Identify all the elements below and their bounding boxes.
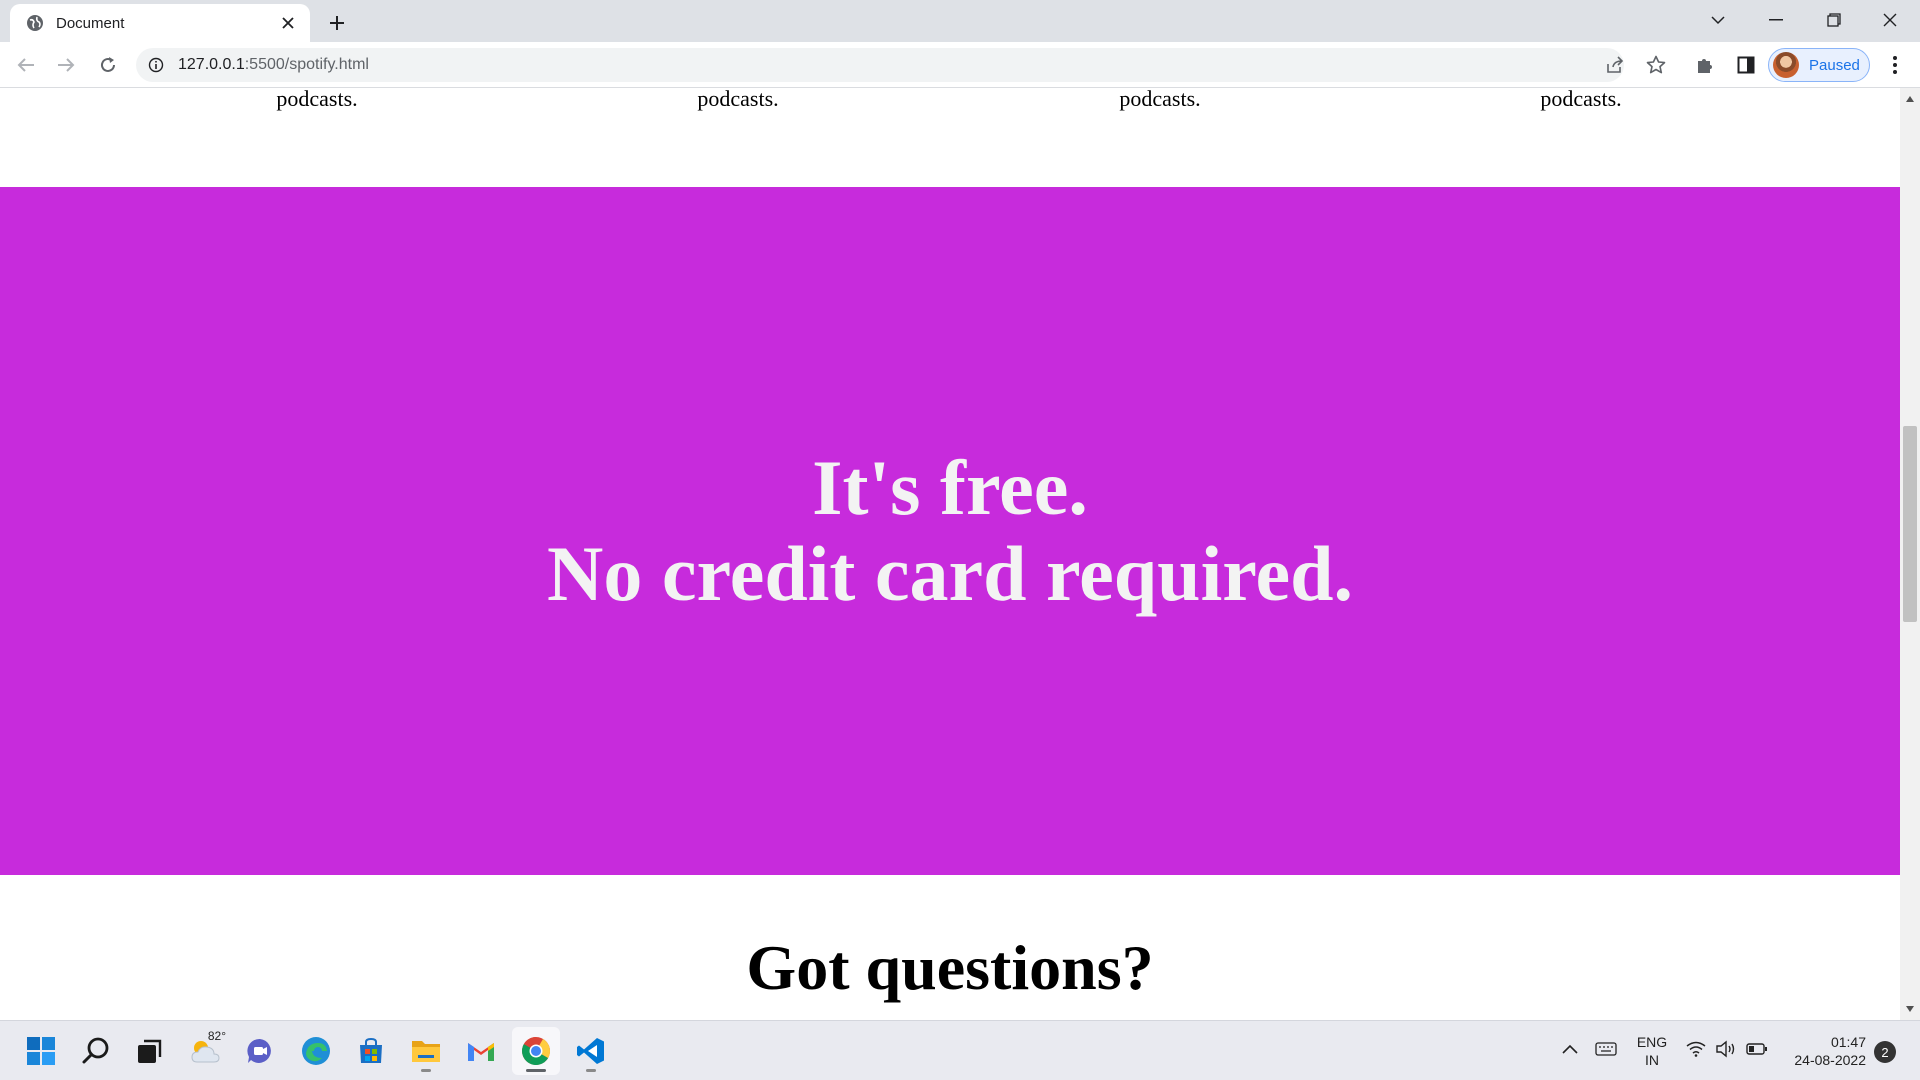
task-view-icon[interactable] <box>126 1027 174 1075</box>
edge-icon[interactable] <box>292 1027 340 1075</box>
avatar <box>1773 52 1799 78</box>
profile-button[interactable]: Paused <box>1768 48 1870 82</box>
scroll-up-arrow-icon[interactable] <box>1900 90 1920 108</box>
url-host: 127.0.0.1 <box>178 56 245 73</box>
url-path: :5500/spotify.html <box>244 56 369 73</box>
clock[interactable]: 01:47 24-08-2022 <box>1780 1033 1866 1069</box>
bookmark-star-icon[interactable] <box>1643 53 1669 77</box>
feature-caption-1: podcasts. <box>276 88 358 111</box>
windows-taskbar: 82° ENG IN 01:47 24-08-2022 2 <box>0 1020 1920 1080</box>
site-info-icon[interactable] <box>146 55 166 75</box>
share-icon[interactable] <box>1602 53 1628 77</box>
teams-chat-icon[interactable] <box>236 1027 284 1075</box>
weather-temperature: 82° <box>207 1029 226 1043</box>
search-icon[interactable] <box>72 1027 120 1075</box>
promo-headline-line-1: It's free. <box>812 444 1088 531</box>
free-promo-banner: It's free. No credit card required. <box>0 187 1900 875</box>
chevron-up-icon[interactable] <box>1558 1037 1582 1061</box>
extensions-puzzle-icon[interactable] <box>1692 53 1718 77</box>
file-explorer-icon[interactable] <box>402 1027 450 1075</box>
language-region: IN <box>1645 1052 1659 1068</box>
browser-toolbar: 127.0.0.1:5500/spotify.html Paused <box>0 42 1920 88</box>
close-window-button[interactable] <box>1866 4 1914 36</box>
feature-caption-2: podcasts. <box>697 88 779 111</box>
globe-icon <box>26 14 44 32</box>
wifi-icon[interactable] <box>1684 1037 1708 1061</box>
faq-heading: Got questions? <box>746 932 1154 1003</box>
notification-count-badge[interactable]: 2 <box>1874 1041 1896 1063</box>
minimize-button[interactable] <box>1752 4 1800 36</box>
running-indicator <box>421 1069 431 1072</box>
new-tab-button[interactable] <box>322 8 352 38</box>
tab-search-chevron-icon[interactable] <box>1694 4 1742 36</box>
clock-time: 01:47 <box>1830 1034 1866 1050</box>
weather-icon[interactable]: 82° <box>182 1027 230 1075</box>
url-text: 127.0.0.1:5500/spotify.html <box>178 56 369 74</box>
gmail-icon[interactable] <box>457 1027 505 1075</box>
keyboard-icon[interactable] <box>1592 1037 1620 1061</box>
running-indicator <box>586 1069 596 1072</box>
tab-strip: Document <box>0 0 1920 42</box>
address-bar[interactable]: 127.0.0.1:5500/spotify.html <box>136 48 1624 82</box>
kebab-menu-icon[interactable] <box>1882 53 1908 77</box>
start-icon[interactable] <box>17 1027 65 1075</box>
active-indicator <box>526 1069 546 1072</box>
scroll-down-arrow-icon[interactable] <box>1900 1000 1920 1018</box>
back-button[interactable] <box>10 49 42 81</box>
forward-button[interactable] <box>50 49 82 81</box>
page-scrollbar[interactable] <box>1900 88 1920 1020</box>
scrollbar-thumb[interactable] <box>1903 426 1917 622</box>
browser-tab[interactable]: Document <box>10 4 310 42</box>
tab-title: Document <box>56 14 125 32</box>
restore-button[interactable] <box>1810 4 1858 36</box>
feature-caption-3: podcasts. <box>1119 88 1201 111</box>
vscode-icon[interactable] <box>567 1027 615 1075</box>
page-viewport: podcasts. podcasts. podcasts. podcasts. … <box>0 88 1900 1020</box>
language-code: ENG <box>1636 1034 1668 1050</box>
close-tab-icon[interactable] <box>274 9 302 37</box>
volume-icon[interactable] <box>1714 1037 1738 1061</box>
feature-caption-4: podcasts. <box>1540 88 1622 111</box>
reload-button[interactable] <box>92 49 124 81</box>
clock-date: 24-08-2022 <box>1794 1052 1866 1068</box>
side-panel-icon[interactable] <box>1733 53 1759 77</box>
battery-icon[interactable] <box>1744 1037 1770 1061</box>
chrome-icon[interactable] <box>512 1027 560 1075</box>
profile-status: Paused <box>1809 56 1860 74</box>
store-icon[interactable] <box>347 1027 395 1075</box>
language-indicator[interactable]: ENG IN <box>1634 1033 1670 1069</box>
promo-headline-line-2: No credit card required. <box>547 530 1353 617</box>
